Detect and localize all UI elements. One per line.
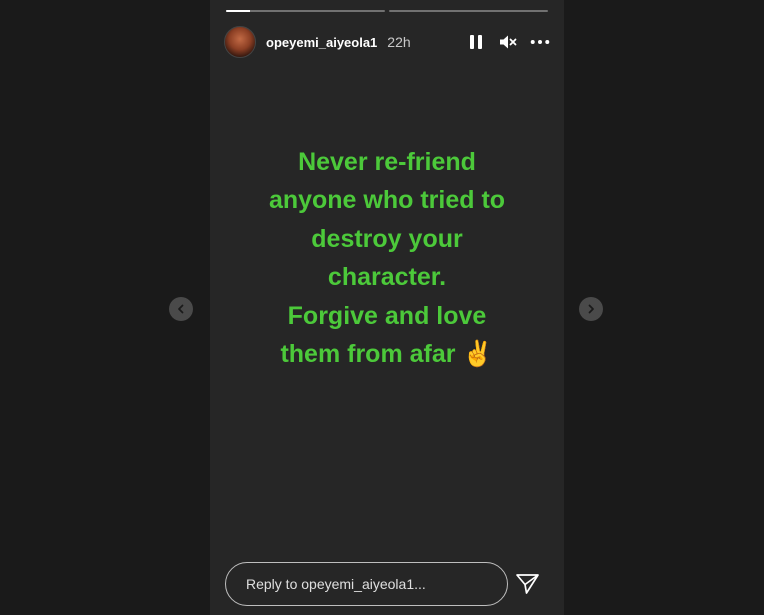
- previous-story-button[interactable]: [169, 297, 193, 321]
- volume-muted-icon[interactable]: [498, 32, 518, 52]
- story-text-line: destroy your: [311, 224, 463, 253]
- post-time: 22h: [387, 34, 411, 50]
- story-progress: [226, 10, 548, 12]
- chevron-left-icon: [178, 304, 184, 314]
- story-text-line: character.: [327, 263, 447, 292]
- progress-segment: [226, 10, 385, 12]
- next-story-button[interactable]: [579, 297, 603, 321]
- reply-input[interactable]: Reply to opeyemi_aiyeola1...: [225, 562, 508, 606]
- avatar[interactable]: [224, 26, 256, 58]
- story-text-line: Never re-friend: [298, 148, 476, 176]
- pause-icon[interactable]: [466, 32, 486, 52]
- story-header: opeyemi_aiyeola1 22h: [224, 25, 550, 59]
- story-text-line: Forgive and love: [287, 301, 487, 330]
- send-button[interactable]: [515, 571, 541, 597]
- story-text-line: them from afar ✌️: [280, 340, 494, 369]
- reply-placeholder: Reply to opeyemi_aiyeola1...: [246, 576, 426, 592]
- progress-segment: [389, 10, 548, 12]
- send-icon: [516, 574, 539, 594]
- story-viewer: opeyemi_aiyeola1 22h Never re-friend any…: [210, 0, 564, 615]
- story-controls: [466, 32, 550, 52]
- story-text: Never re-friend anyone who tried to dest…: [210, 143, 564, 373]
- username[interactable]: opeyemi_aiyeola1: [266, 35, 377, 50]
- more-options-icon[interactable]: [530, 32, 550, 52]
- story-text-line: anyone who tried to: [268, 186, 506, 215]
- progress-fill: [226, 10, 250, 12]
- chevron-right-icon: [588, 304, 594, 314]
